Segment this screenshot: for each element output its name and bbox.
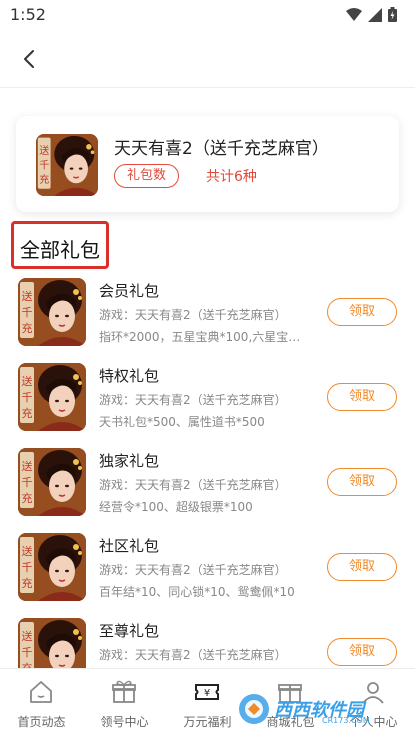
gift-game: 游戏：天天有喜2（送千充芝麻官） <box>99 563 287 577</box>
status-icons <box>346 7 397 22</box>
gift-total-count: 共计6种 <box>206 169 257 185</box>
claim-button[interactable]: 领取 <box>327 468 397 496</box>
signal-icon <box>368 7 382 22</box>
tab-label: 首页动态 <box>17 715 66 729</box>
gift-count-badge: 礼包数 <box>114 164 180 188</box>
svg-text:千: 千 <box>22 476 33 489</box>
gift-item: 送千充 社区礼包 游戏：天天有喜2（送千充芝麻官） 百年结*10、同心锁*10、… <box>0 531 415 616</box>
claim-button[interactable]: 领取 <box>327 553 397 581</box>
gift-game: 游戏：天天有喜2（送千充芝麻官） <box>99 478 287 492</box>
gift-cover-image: 送千充 <box>18 363 86 431</box>
gift-icon <box>112 680 136 703</box>
game-cover-image: 送 千 充 <box>36 134 98 196</box>
gift-cover-image: 送千充 <box>18 278 86 346</box>
svg-text:送: 送 <box>22 374 33 388</box>
status-bar: 1:52 <box>0 0 415 30</box>
home-icon <box>30 681 52 703</box>
svg-text:充: 充 <box>22 576 33 590</box>
tab-label: 领号中心 <box>100 715 149 729</box>
watermark-logo: 西西软件园 CR173.COM <box>222 690 402 728</box>
svg-text:送: 送 <box>22 459 33 473</box>
svg-text:送: 送 <box>39 144 49 157</box>
svg-text:千: 千 <box>22 646 33 659</box>
gift-item: 送千充 特权礼包 游戏：天天有喜2（送千充芝麻官） 天书礼包*500、属性道书*… <box>0 361 415 446</box>
gift-game: 游戏：天天有喜2（送千充芝麻官） <box>99 308 287 322</box>
svg-text:送: 送 <box>22 544 33 558</box>
nav-bar <box>0 30 415 88</box>
gift-name: 社区礼包 <box>99 537 160 555</box>
svg-text:充: 充 <box>22 491 33 505</box>
gift-cover-image: 送千充 <box>18 448 86 516</box>
game-title: 天天有喜2（送千充芝麻官） <box>114 139 329 159</box>
tab-home[interactable]: 首页动态 <box>0 669 83 738</box>
gift-content: 天书礼包*500、属性道书*500 <box>99 415 265 429</box>
claim-button[interactable]: 领取 <box>327 638 397 666</box>
section-title: 全部礼包 <box>20 238 100 262</box>
svg-text:千: 千 <box>39 160 49 172</box>
svg-text:千: 千 <box>22 561 33 574</box>
coupon-icon: ¥ <box>195 684 219 700</box>
tab-account-center[interactable]: 领号中心 <box>83 669 166 738</box>
gift-item: 送千充 会员礼包 游戏：天天有喜2（送千充芝麻官） 指环*2000，五星宝典*1… <box>0 276 415 361</box>
gift-game: 游戏：天天有喜2（送千充芝麻官） <box>99 393 287 407</box>
claim-button[interactable]: 领取 <box>327 298 397 326</box>
gift-name: 独家礼包 <box>99 452 160 470</box>
back-button[interactable] <box>14 44 44 74</box>
svg-text:千: 千 <box>22 391 33 404</box>
watermark-url: CR173.COM <box>322 716 370 725</box>
gift-content: 指环*2000，五星宝典*100,六星宝典*50 <box>99 330 309 344</box>
svg-text:充: 充 <box>22 321 33 335</box>
status-time: 1:52 <box>10 5 46 24</box>
wifi-icon <box>346 7 362 21</box>
svg-text:¥: ¥ <box>204 688 210 699</box>
chevron-left-icon <box>24 50 34 68</box>
game-info-card: 送 千 充 天天有喜2（送千充芝麻官） 礼包数 共计6种 <box>16 116 399 212</box>
gift-game: 游戏：天天有喜2（送千充芝麻官） <box>99 648 287 662</box>
svg-text:充: 充 <box>22 406 33 420</box>
gift-name: 至尊礼包 <box>99 622 160 640</box>
watermark-icon <box>239 694 269 724</box>
svg-text:送: 送 <box>22 629 33 643</box>
battery-icon <box>388 7 397 22</box>
gift-name: 特权礼包 <box>99 367 160 385</box>
svg-text:充: 充 <box>39 173 49 186</box>
gift-name: 会员礼包 <box>99 282 160 300</box>
claim-button[interactable]: 领取 <box>327 383 397 411</box>
gift-content: 经营令*100、超级银票*100 <box>99 500 253 514</box>
gift-item: 送千充 独家礼包 游戏：天天有喜2（送千充芝麻官） 经营令*100、超级银票*1… <box>0 446 415 531</box>
gift-content: 百年结*10、同心锁*10、鸳鸯佩*10 <box>99 585 295 599</box>
svg-text:送: 送 <box>22 289 33 303</box>
svg-text:千: 千 <box>22 306 33 319</box>
gift-cover-image: 送千充 <box>18 533 86 601</box>
